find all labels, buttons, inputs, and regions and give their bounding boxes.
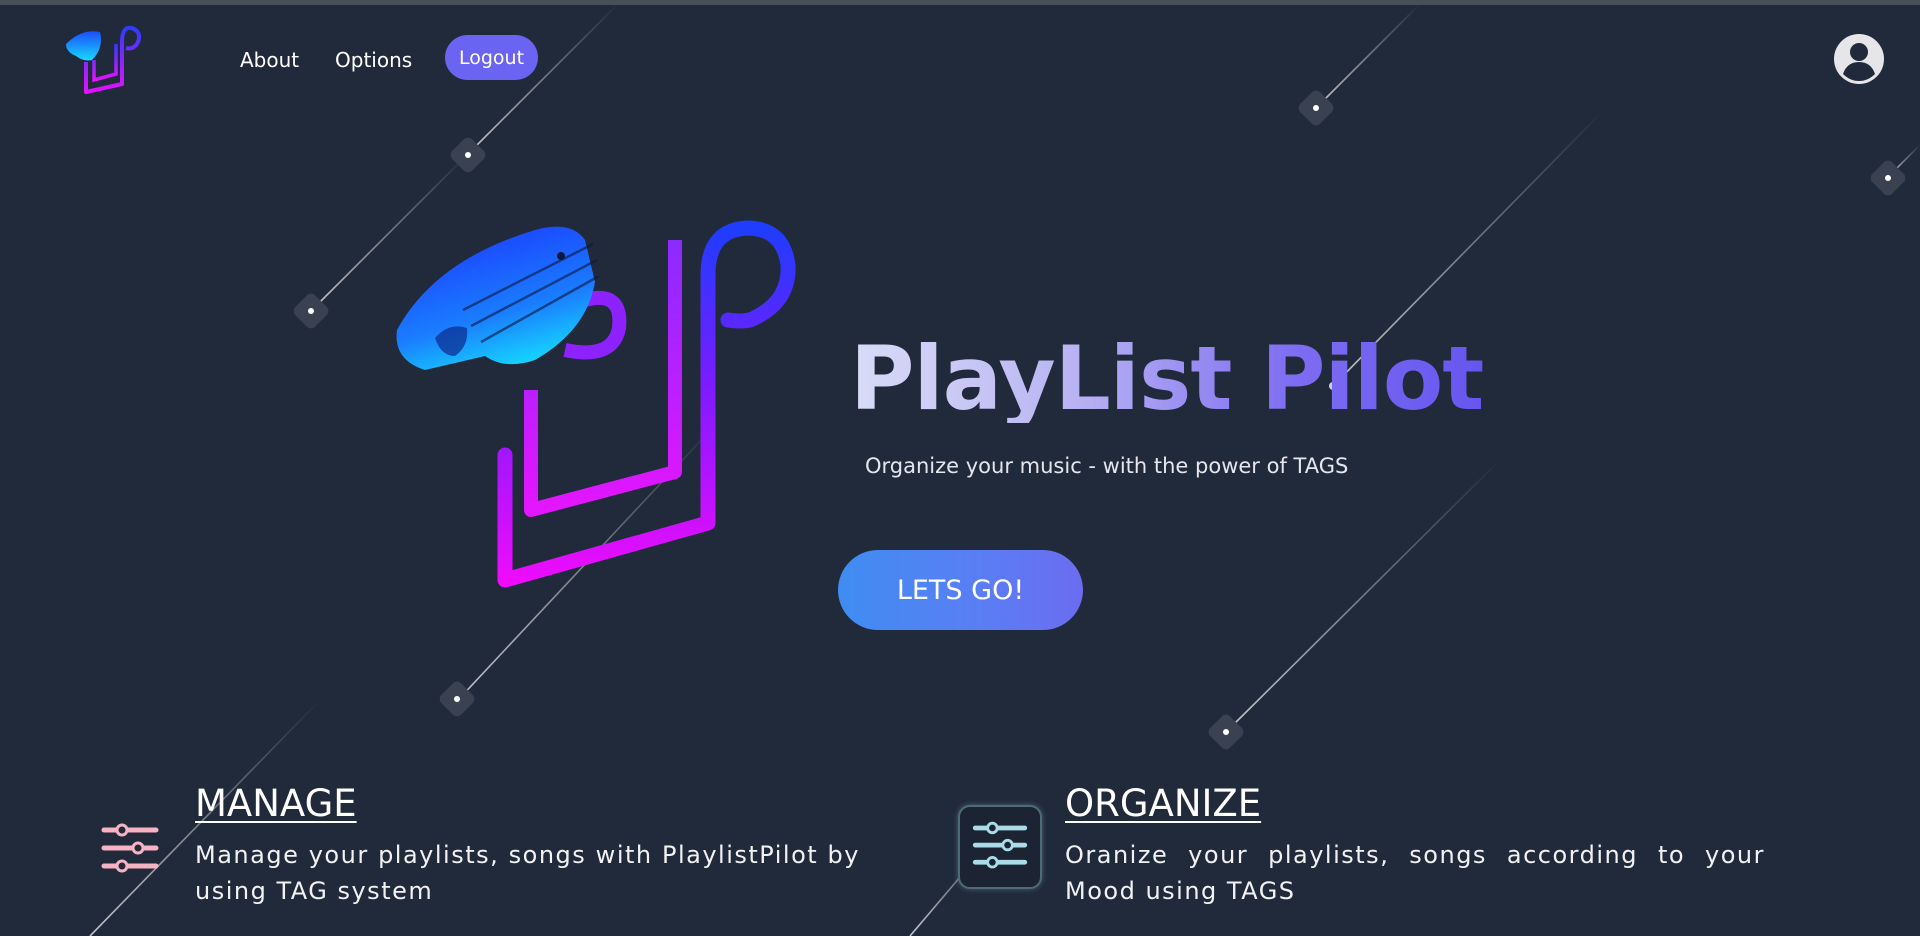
user-circle-icon[interactable] bbox=[1833, 33, 1885, 85]
feature-description-organize: Oranize your playlists, songs according … bbox=[1065, 841, 1765, 905]
hero-subtitle: Organize your music - with the power of … bbox=[865, 454, 1349, 478]
nav-link-options[interactable]: Options bbox=[335, 48, 412, 72]
sliders-icon bbox=[972, 821, 1028, 869]
lets-go-button[interactable]: LETS GO! bbox=[838, 550, 1083, 630]
feature-manage: MANAGE Manage your playlists, songs with… bbox=[195, 782, 860, 909]
feature-title-manage: MANAGE bbox=[195, 782, 357, 825]
sliders-icon bbox=[101, 823, 159, 873]
playlist-pilot-logo[interactable] bbox=[62, 22, 142, 96]
sliders-icon-tile bbox=[958, 805, 1042, 889]
feature-organize: ORGANIZE Oranize your playlists, songs a… bbox=[1065, 782, 1765, 909]
nav-link-about[interactable]: About bbox=[240, 48, 299, 72]
hero-title: PlayList Pilot bbox=[850, 327, 1484, 430]
feature-description-manage: Manage your playlists, songs with Playli… bbox=[195, 841, 860, 905]
hero-logo-illustration bbox=[396, 220, 796, 588]
logout-button[interactable]: Logout bbox=[445, 35, 538, 80]
feature-title-organize: ORGANIZE bbox=[1065, 782, 1262, 825]
